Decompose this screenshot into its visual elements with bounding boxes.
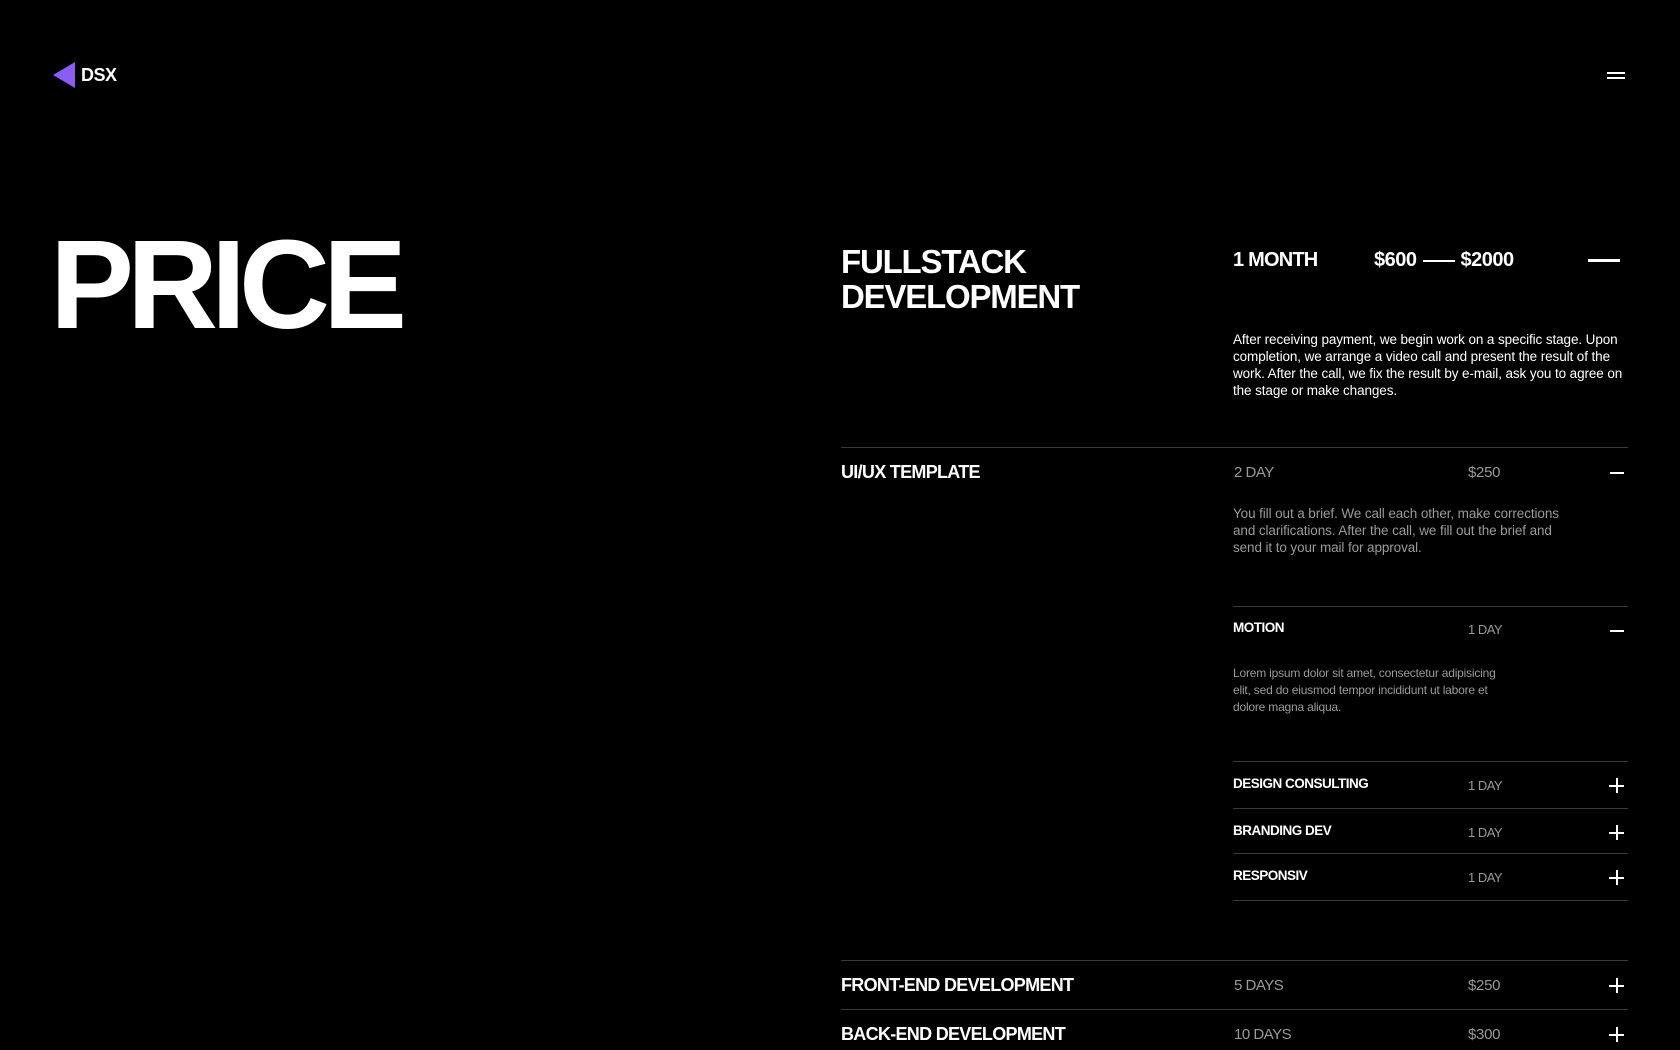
expand-icon[interactable] — [1609, 870, 1624, 885]
divider — [841, 960, 1628, 961]
subitem-title[interactable]: BRANDING DEV — [1233, 823, 1332, 838]
main-service-title-line1: FULLSTACK — [841, 243, 1027, 280]
subitem-duration: 1 DAY — [1468, 622, 1503, 637]
divider — [1233, 761, 1628, 762]
service-item-duration: 2 DAY — [1234, 464, 1274, 481]
subitem-title[interactable]: RESPONSIV — [1233, 868, 1308, 883]
main-service-title[interactable]: FULLSTACK DEVELOPMENT — [841, 244, 1201, 314]
subitem-title[interactable]: DESIGN CONSULTING — [1233, 776, 1369, 791]
expand-icon[interactable] — [1609, 825, 1624, 840]
menu-icon[interactable] — [1607, 70, 1625, 80]
collapse-icon[interactable] — [1610, 472, 1624, 474]
divider — [841, 447, 1628, 448]
service-item-title[interactable]: FRONT-END DEVELOPMENT — [841, 975, 1074, 996]
price-range-dash — [1422, 259, 1455, 262]
subitem-description: Lorem ipsum dolor sit amet, consectetur … — [1233, 666, 1496, 714]
expand-icon[interactable] — [1609, 978, 1624, 993]
divider — [1233, 900, 1628, 901]
service-item-description: You fill out a brief. We call each other… — [1233, 506, 1559, 555]
service-item-title[interactable]: BACK-END DEVELOPMENT — [841, 1024, 1066, 1045]
brand-name: DSX — [81, 64, 117, 85]
main-service-duration: 1 MONTH — [1233, 249, 1318, 271]
divider — [1233, 808, 1628, 809]
price-page: DSX PRICE FULLSTACK DEVELOPMENT 1 MONTH … — [0, 0, 1680, 1050]
service-item-price: $300 — [1468, 1026, 1501, 1043]
service-item-price: $250 — [1468, 977, 1501, 994]
price-from: $600 — [1374, 249, 1417, 271]
brand-logo[interactable]: DSX — [53, 62, 117, 88]
collapse-icon[interactable] — [1610, 630, 1624, 632]
expand-icon[interactable] — [1609, 1027, 1624, 1042]
service-item-duration: 5 DAYS — [1234, 977, 1284, 994]
subitem-duration: 1 DAY — [1468, 778, 1503, 793]
divider — [841, 1009, 1628, 1010]
collapse-icon[interactable] — [1588, 259, 1620, 262]
subitem-title[interactable]: MOTION — [1233, 620, 1285, 635]
logo-triangle-icon — [53, 62, 75, 88]
service-item-duration: 10 DAYS — [1234, 1026, 1292, 1043]
expand-icon[interactable] — [1609, 778, 1624, 793]
main-service-title-line2: DEVELOPMENT — [841, 278, 1080, 315]
price-to: $2000 — [1460, 249, 1515, 271]
main-service-price-range: $600 $2000 — [1374, 249, 1514, 272]
subitem-duration: 1 DAY — [1468, 870, 1503, 885]
page-title: PRICE — [50, 214, 407, 355]
service-item-title[interactable]: UI/UX TEMPLATE — [841, 462, 981, 483]
subitem-duration: 1 DAY — [1468, 825, 1503, 840]
divider — [1233, 853, 1628, 854]
divider — [1233, 606, 1628, 607]
service-item-price: $250 — [1468, 464, 1501, 481]
main-service-description: After receiving payment, we begin work o… — [1233, 332, 1623, 398]
